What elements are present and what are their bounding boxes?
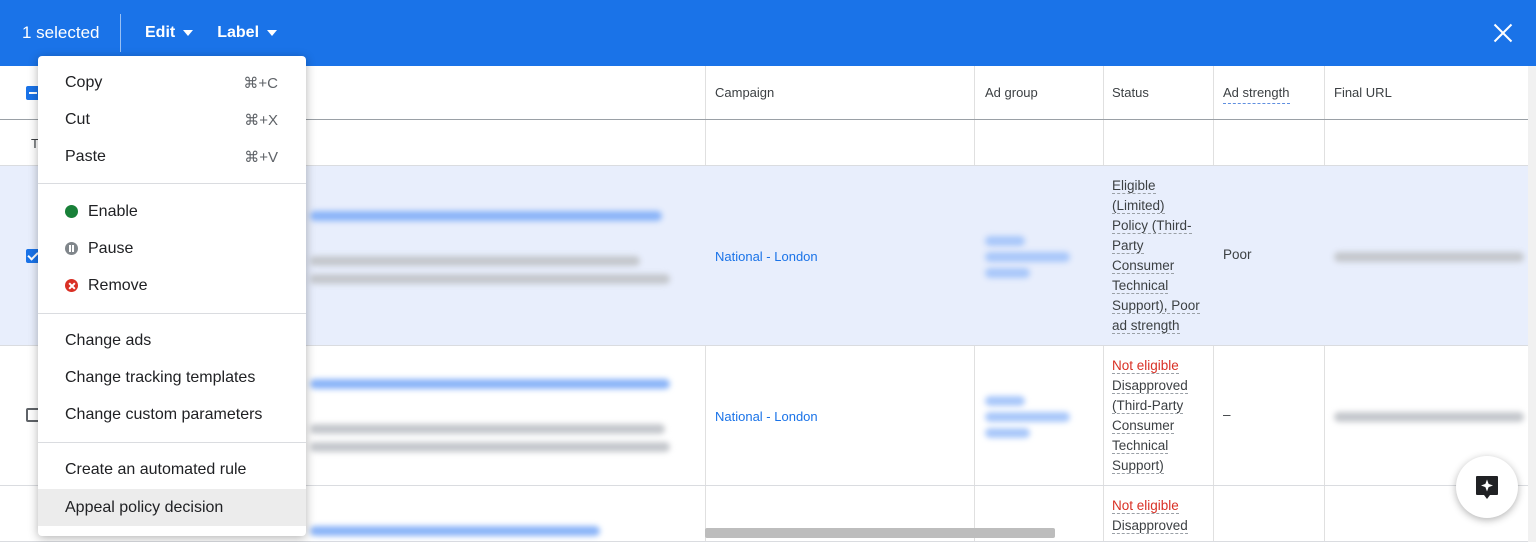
header-status[interactable]: Status: [1112, 85, 1149, 100]
header-ad-strength[interactable]: Ad strength: [1223, 85, 1290, 104]
vertical-scrollbar[interactable]: [1528, 66, 1536, 542]
ad-headline-blurred[interactable]: [310, 526, 600, 536]
menu-item-cut[interactable]: Cut ⌘+X: [38, 101, 306, 138]
ad-headline-blurred[interactable]: [310, 211, 662, 221]
campaign-link[interactable]: National - London: [715, 249, 818, 264]
ad-group-blurred[interactable]: [985, 428, 1030, 438]
menu-item-change-ads[interactable]: Change ads: [38, 322, 306, 359]
toolbar-divider: [120, 14, 121, 52]
status-line: ad strength: [1112, 318, 1180, 334]
caret-down-icon: [183, 30, 194, 36]
close-icon[interactable]: [1492, 22, 1514, 44]
menu-separator: [38, 313, 306, 314]
menu-item-change-tracking-templates[interactable]: Change tracking templates: [38, 359, 306, 396]
enable-icon: [65, 205, 78, 218]
shortcut-copy: ⌘+C: [243, 74, 278, 92]
status-line: Technical: [1112, 278, 1169, 294]
edit-button-label: Edit: [145, 24, 176, 41]
status-line: Consumer: [1112, 258, 1175, 274]
caret-down-icon: [267, 30, 278, 36]
label-button-label: Label: [217, 24, 260, 41]
status-line: (Third-Party: [1112, 398, 1184, 414]
menu-item-remove[interactable]: Remove: [38, 267, 306, 304]
ad-group-blurred[interactable]: [985, 396, 1025, 406]
menu-item-enable[interactable]: Enable: [38, 193, 306, 230]
menu-item-paste[interactable]: Paste ⌘+V: [38, 138, 306, 175]
menu-item-copy[interactable]: Copy ⌘+C: [38, 64, 306, 101]
menu-item-create-automated-rule[interactable]: Create an automated rule: [38, 451, 306, 488]
edit-button[interactable]: Edit: [145, 24, 194, 42]
selected-count: 1 selected: [22, 23, 100, 42]
menu-item-label: Cut: [65, 110, 90, 128]
menu-item-appeal-policy-decision[interactable]: Appeal policy decision: [38, 489, 306, 526]
status-not-eligible: Not eligible: [1112, 498, 1179, 514]
status-line: (Limited): [1112, 198, 1165, 214]
ad-strength-value: Poor: [1223, 247, 1252, 262]
pause-icon: [65, 242, 78, 255]
ad-group-blurred[interactable]: [985, 252, 1070, 262]
ad-group-blurred[interactable]: [985, 268, 1030, 278]
shortcut-paste: ⌘+V: [244, 148, 278, 166]
remove-icon: [65, 279, 78, 292]
menu-item-label: Change custom parameters: [65, 405, 263, 423]
status-line: Disapproved: [1112, 518, 1188, 534]
menu-item-label: Create an automated rule: [65, 460, 247, 478]
status-line: Eligible: [1112, 178, 1156, 194]
status-line: Party: [1112, 238, 1144, 254]
menu-item-label: Paste: [65, 147, 106, 165]
menu-item-label: Enable: [88, 202, 138, 220]
ad-group-blurred[interactable]: [985, 412, 1070, 422]
assistant-fab-button[interactable]: [1456, 456, 1518, 518]
menu-item-change-custom-parameters[interactable]: Change custom parameters: [38, 396, 306, 433]
menu-item-label: Copy: [65, 73, 103, 91]
status-line: Disapproved: [1112, 378, 1188, 394]
header-final-url[interactable]: Final URL: [1334, 85, 1392, 100]
header-ad-group[interactable]: Ad group: [985, 85, 1038, 100]
campaign-link[interactable]: National - London: [715, 409, 818, 424]
status-line: Technical: [1112, 438, 1169, 454]
status-line: Support): [1112, 458, 1164, 474]
ad-description-blurred: [310, 256, 640, 266]
menu-item-pause[interactable]: Pause: [38, 230, 306, 267]
status-cell: Not eligible Disapproved: [1112, 496, 1212, 536]
header-campaign[interactable]: Campaign: [715, 85, 774, 100]
status-not-eligible: Not eligible: [1112, 358, 1179, 374]
horizontal-scrollbar[interactable]: [705, 528, 1055, 538]
status-line: Policy (Third-: [1112, 218, 1192, 234]
sparkle-chat-icon: [1476, 476, 1498, 499]
ad-strength-value: –: [1223, 407, 1231, 422]
menu-item-label: Pause: [88, 239, 134, 257]
menu-item-label: Change tracking templates: [65, 368, 256, 386]
ad-headline-blurred[interactable]: [310, 379, 670, 389]
status-line: Support), Poor: [1112, 298, 1200, 314]
menu-separator: [38, 183, 306, 184]
menu-separator: [38, 442, 306, 443]
status-line: Consumer: [1112, 418, 1175, 434]
label-button[interactable]: Label: [217, 24, 278, 42]
status-cell: Eligible (Limited) Policy (Third- Party …: [1112, 176, 1212, 336]
ad-description-blurred: [310, 424, 665, 434]
ad-description-blurred: [310, 442, 670, 452]
final-url-blurred: [1334, 412, 1524, 422]
ad-description-blurred: [310, 274, 670, 284]
status-cell: Not eligible Disapproved (Third-Party Co…: [1112, 356, 1212, 476]
menu-item-label: Appeal policy decision: [65, 498, 224, 516]
final-url-blurred: [1334, 252, 1524, 262]
ad-group-blurred[interactable]: [985, 236, 1025, 246]
shortcut-cut: ⌘+X: [244, 111, 278, 129]
menu-item-label: Change ads: [65, 331, 152, 349]
edit-dropdown-menu: Copy ⌘+C Cut ⌘+X Paste ⌘+V Enable Pause …: [38, 56, 306, 536]
menu-item-label: Remove: [88, 276, 148, 294]
